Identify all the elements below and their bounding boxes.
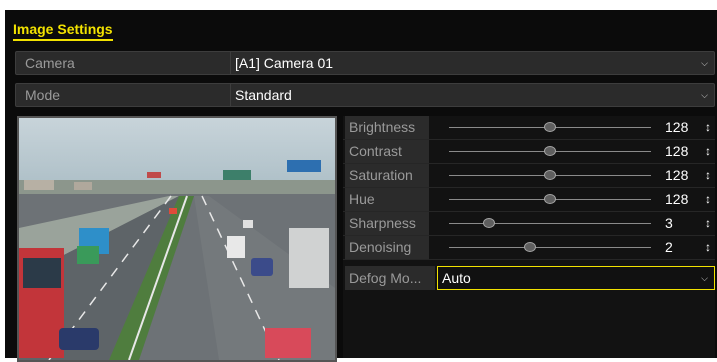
slider-thumb[interactable] xyxy=(523,242,536,252)
hue-value[interactable]: 128 xyxy=(665,188,688,211)
brightness-value[interactable]: 128 xyxy=(665,116,688,139)
saturation-value[interactable]: 128 xyxy=(665,164,688,187)
brightness-slider[interactable] xyxy=(449,122,651,132)
defog-mode-row: Defog Mo... Auto ⌵ xyxy=(345,266,715,290)
defog-mode-select[interactable]: Auto ⌵ xyxy=(437,266,715,290)
sharpness-slider[interactable] xyxy=(449,218,651,228)
camera-preview-image xyxy=(17,116,337,362)
chevron-down-icon[interactable]: ⌵ xyxy=(701,84,708,106)
mode-value: Standard xyxy=(235,87,292,103)
denoising-slider[interactable] xyxy=(449,242,651,252)
highway-scene xyxy=(19,118,335,360)
denoising-label: Denoising xyxy=(345,236,429,259)
spinner-icon[interactable]: ↕ xyxy=(705,188,711,211)
contrast-row: Contrast 128 ↕ xyxy=(343,140,715,164)
camera-select-row: Camera [A1] Camera 01 ⌵ xyxy=(15,51,715,75)
saturation-slider[interactable] xyxy=(449,170,651,180)
slider-thumb[interactable] xyxy=(544,170,556,180)
denoising-row: Denoising 2 ↕ xyxy=(343,236,715,260)
mode-label: Mode xyxy=(25,87,61,103)
contrast-label: Contrast xyxy=(345,140,429,163)
slider-thumb[interactable] xyxy=(544,122,556,132)
hue-label: Hue xyxy=(345,188,429,211)
defog-mode-value: Auto xyxy=(442,270,471,286)
camera-value: [A1] Camera 01 xyxy=(235,55,334,71)
slider-thumb[interactable] xyxy=(544,146,556,156)
sharpness-row: Sharpness 3 ↕ xyxy=(343,212,715,236)
contrast-slider[interactable] xyxy=(449,146,651,156)
page-title: Image Settings xyxy=(13,20,113,41)
brightness-label: Brightness xyxy=(345,116,429,139)
chevron-down-icon[interactable]: ⌵ xyxy=(701,267,708,289)
contrast-value[interactable]: 128 xyxy=(665,140,688,163)
hue-slider[interactable] xyxy=(449,194,651,204)
image-settings-window: Image Settings Camera [A1] Camera 01 ⌵ M… xyxy=(5,10,717,362)
mode-select-row: Mode Standard ⌵ xyxy=(15,83,715,107)
camera-label: Camera xyxy=(25,55,75,71)
spinner-icon[interactable]: ↕ xyxy=(705,116,711,139)
denoising-value[interactable]: 2 xyxy=(665,236,673,259)
slider-thumb[interactable] xyxy=(544,194,556,204)
spinner-icon[interactable]: ↕ xyxy=(705,164,711,187)
chevron-down-icon[interactable]: ⌵ xyxy=(701,52,708,74)
image-adjustment-panel: Brightness 128 ↕ Contrast 128 ↕ Saturati… xyxy=(343,116,715,358)
brightness-row: Brightness 128 ↕ xyxy=(343,116,715,140)
mode-select[interactable]: Standard ⌵ xyxy=(230,84,714,106)
saturation-label: Saturation xyxy=(345,164,429,187)
hue-row: Hue 128 ↕ xyxy=(343,188,715,212)
sharpness-label: Sharpness xyxy=(345,212,429,235)
camera-select[interactable]: [A1] Camera 01 ⌵ xyxy=(230,52,714,74)
defog-mode-label: Defog Mo... xyxy=(345,266,435,290)
spinner-icon[interactable]: ↕ xyxy=(705,236,711,259)
saturation-row: Saturation 128 ↕ xyxy=(343,164,715,188)
spinner-icon[interactable]: ↕ xyxy=(705,140,711,163)
sharpness-value[interactable]: 3 xyxy=(665,212,673,235)
spinner-icon[interactable]: ↕ xyxy=(705,212,711,235)
slider-thumb[interactable] xyxy=(483,218,496,228)
